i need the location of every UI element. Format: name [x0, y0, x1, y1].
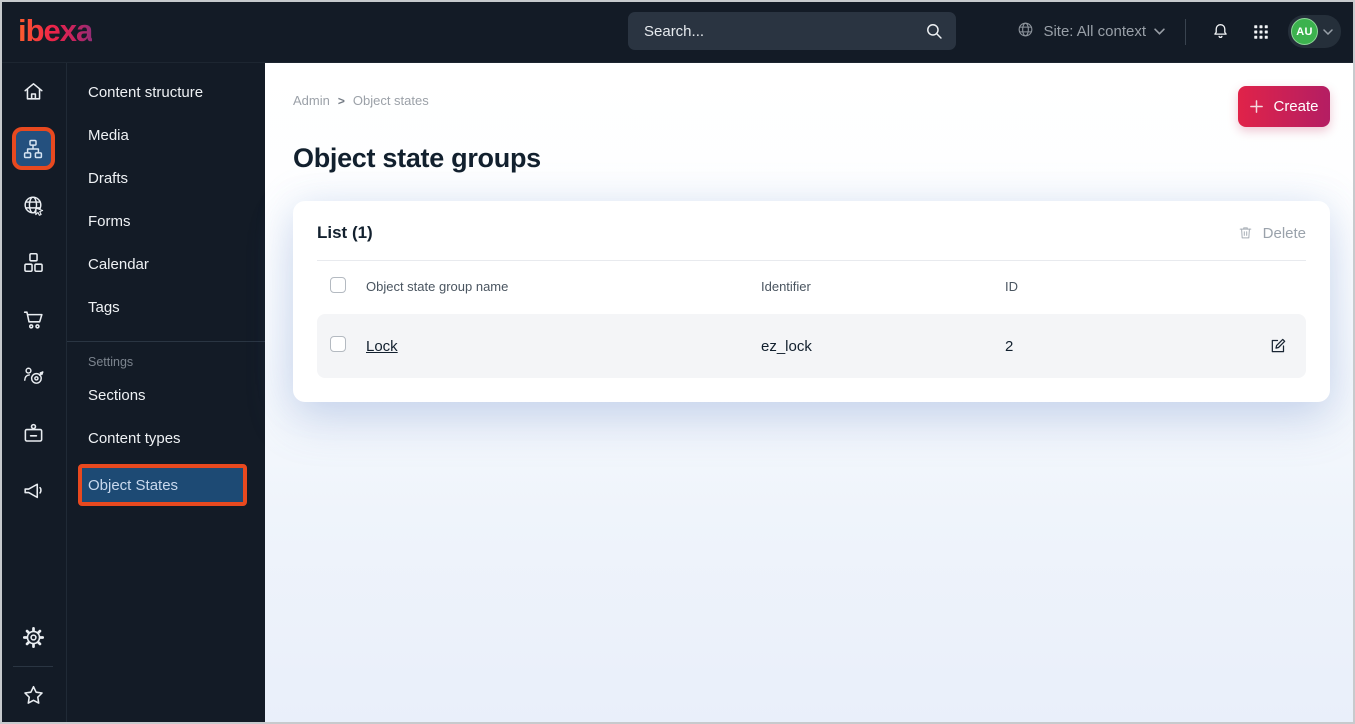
menu-item-drafts[interactable]: Drafts [67, 157, 265, 200]
menu-item-tags[interactable]: Tags [67, 286, 265, 329]
breadcrumb-separator: > [337, 93, 345, 108]
sidebar-item-bookmarks[interactable] [0, 667, 67, 724]
delete-button[interactable]: Delete [1237, 224, 1306, 242]
breadcrumb-current: Object states [352, 93, 429, 108]
sidebar-item-content-structure-active[interactable] [0, 120, 67, 177]
menu-item-content-types[interactable]: Content types [67, 417, 265, 460]
app-grid-icon [1254, 24, 1268, 39]
global-search [628, 12, 956, 50]
row-id: 2 [1005, 337, 1014, 355]
customer-badge-icon [24, 423, 42, 442]
cart-icon [23, 311, 43, 329]
main-content: Admin > Object states Create Object stat… [265, 63, 1355, 724]
card-divider [317, 260, 1306, 261]
sidebar-item-personalization[interactable] [0, 348, 67, 405]
product-boxes-icon [23, 252, 43, 273]
menu-item-media[interactable]: Media [67, 114, 265, 157]
search-input[interactable] [628, 12, 956, 50]
notifications-button[interactable] [1206, 18, 1234, 46]
topbar-divider [1185, 18, 1186, 45]
topbar-right: Site: All context AU [1016, 0, 1341, 63]
row-identifier: ez_lock [761, 337, 812, 355]
app-switcher-button[interactable] [1247, 18, 1275, 46]
chevron-down-icon [1323, 28, 1333, 35]
sidebar-item-customers[interactable] [0, 405, 67, 462]
object-state-groups-card: List (1) Delete Object state group name … [293, 201, 1330, 402]
menu-item-calendar[interactable]: Calendar [67, 243, 265, 286]
row-name-link[interactable]: Lock [366, 338, 398, 355]
menu-item-sections[interactable]: Sections [67, 374, 265, 417]
column-header-id: ID [1005, 278, 1018, 294]
list-title: List (1) [317, 223, 373, 242]
table-row: Lock ez_lock 2 [317, 314, 1306, 378]
sidebar-item-commerce[interactable] [0, 291, 67, 348]
star-icon [23, 685, 43, 704]
breadcrumb-admin-link[interactable]: Admin [293, 93, 330, 108]
row-edit-button[interactable] [1265, 333, 1291, 359]
create-button[interactable]: Create [1238, 86, 1330, 127]
table-header-row: Object state group name Identifier ID [317, 263, 1306, 309]
breadcrumb: Admin > Object states [293, 93, 429, 108]
site-context-selector[interactable]: Site: All context [1016, 20, 1165, 43]
page-title: Object state groups [293, 143, 541, 173]
trash-icon [1239, 227, 1251, 239]
user-menu[interactable]: AU [1288, 15, 1341, 48]
annotation-highlight-box [11, 127, 55, 170]
gear-icon [22, 626, 44, 649]
edit-icon [1271, 338, 1286, 353]
menu-section-label: Settings [88, 355, 134, 369]
bell-icon [1213, 24, 1227, 39]
sidebar-item-product-catalog[interactable] [0, 234, 67, 291]
content-structure-icon [23, 139, 43, 158]
menu-item-object-states-active[interactable]: Object States [78, 464, 247, 506]
column-header-identifier: Identifier [761, 278, 811, 294]
megaphone-icon [23, 483, 42, 499]
home-icon [23, 83, 43, 100]
row-checkbox[interactable] [330, 336, 346, 352]
globe-icon [1016, 20, 1035, 43]
menu-item-forms[interactable]: Forms [67, 200, 265, 243]
plus-icon [1250, 100, 1264, 113]
sidebar-item-admin-settings[interactable] [0, 609, 67, 666]
personalization-target-icon [23, 367, 43, 384]
icon-sidebar [0, 63, 67, 724]
avatar: AU [1291, 18, 1318, 45]
menu-settings-section: Settings Sections Content types Object S… [67, 341, 265, 511]
create-button-label: Create [1273, 98, 1319, 115]
sidebar-item-site[interactable] [0, 177, 67, 234]
column-header-name: Object state group name [366, 278, 509, 294]
select-all-checkbox[interactable] [330, 276, 346, 293]
site-context-label: Site: All context [1043, 23, 1146, 40]
delete-button-label: Delete [1262, 224, 1306, 242]
sidebar-item-campaigns[interactable] [0, 462, 67, 519]
search-icon [923, 20, 945, 47]
ibexa-logo[interactable]: ibexa [18, 12, 93, 50]
sidebar-item-dashboard[interactable] [0, 63, 67, 120]
topbar: ibexa Site: All context [0, 0, 1355, 63]
chevron-down-icon [1154, 28, 1165, 35]
menu-item-content-structure[interactable]: Content structure [67, 71, 265, 114]
menu-sidebar: Content structure Media Drafts Forms Cal… [67, 63, 265, 724]
site-globe-icon [23, 196, 43, 216]
